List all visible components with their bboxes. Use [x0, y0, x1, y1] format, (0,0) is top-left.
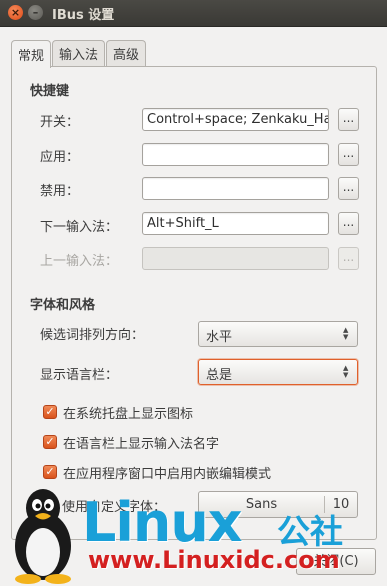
orientation-value: 水平 — [206, 330, 233, 345]
checkbox-embedded-preedit[interactable]: ✓ 在应用程序窗口中启用内嵌编辑模式 — [43, 463, 272, 482]
enable-shortcut-field[interactable] — [142, 143, 329, 166]
enable-shortcut-button[interactable]: ... — [338, 143, 359, 166]
next-engine-shortcut-field[interactable]: Alt+Shift_L — [142, 212, 329, 235]
tab-input-methods[interactable]: 输入法 — [52, 40, 106, 66]
next-engine-label: 下一输入法： — [40, 220, 119, 235]
tab-bar: 常规 输入法 高级 — [11, 40, 147, 68]
checkbox-show-engine-name[interactable]: ✓ 在语言栏上显示输入法名字 — [43, 433, 220, 452]
watermark-url: www.Linuxidc.com — [88, 546, 340, 574]
disable-label: 禁用： — [40, 184, 80, 199]
prev-engine-label: 上一输入法： — [40, 254, 119, 269]
tux-penguin-logo — [15, 489, 71, 584]
disable-shortcut-field[interactable] — [142, 177, 329, 200]
language-bar-label: 显示语言栏： — [40, 368, 119, 383]
checkmark-icon[interactable]: ✓ — [43, 405, 57, 419]
toggle-label: 开关： — [40, 115, 80, 130]
title-bar: × – IBus 设置 — [0, 0, 387, 27]
checkbox-label: 在系统托盘上显示图标 — [63, 406, 194, 422]
language-bar-value: 总是 — [206, 368, 233, 383]
combo-arrows-icon: ▲ ▼ — [343, 326, 349, 341]
checkmark-icon[interactable]: ✓ — [43, 465, 57, 479]
combo-arrows-icon: ▲ ▼ — [343, 364, 349, 379]
toggle-shortcut-field[interactable]: Control+space; Zenkaku_Ha — [142, 108, 329, 131]
checkmark-icon[interactable]: ✓ — [43, 435, 57, 449]
checkbox-label: 在应用程序窗口中启用内嵌编辑模式 — [63, 466, 272, 482]
prev-engine-shortcut-field — [142, 247, 329, 270]
shortcuts-heading: 快捷键 — [30, 84, 70, 99]
language-bar-combo[interactable]: 总是 ▲ ▼ — [198, 359, 358, 385]
next-engine-shortcut-button[interactable]: ... — [338, 212, 359, 235]
prev-engine-shortcut-button: ... — [338, 247, 359, 270]
orientation-combo[interactable]: 水平 ▲ ▼ — [198, 321, 358, 347]
checkbox-tray-icon[interactable]: ✓ 在系统托盘上显示图标 — [43, 403, 194, 422]
watermark-brand: Linux — [82, 491, 243, 554]
minimize-window-icon[interactable]: – — [28, 5, 43, 20]
tab-advanced[interactable]: 高级 — [106, 40, 147, 66]
disable-shortcut-button[interactable]: ... — [338, 177, 359, 200]
window-title: IBus 设置 — [52, 8, 115, 23]
toggle-shortcut-button[interactable]: ... — [338, 108, 359, 131]
close-window-icon[interactable]: × — [8, 5, 23, 20]
font-style-heading: 字体和风格 — [30, 298, 96, 313]
orientation-label: 候选词排列方向： — [40, 328, 145, 343]
tab-general[interactable]: 常规 — [11, 40, 52, 68]
checkbox-label: 在语言栏上显示输入法名字 — [63, 436, 220, 452]
enable-label: 应用： — [40, 150, 80, 165]
